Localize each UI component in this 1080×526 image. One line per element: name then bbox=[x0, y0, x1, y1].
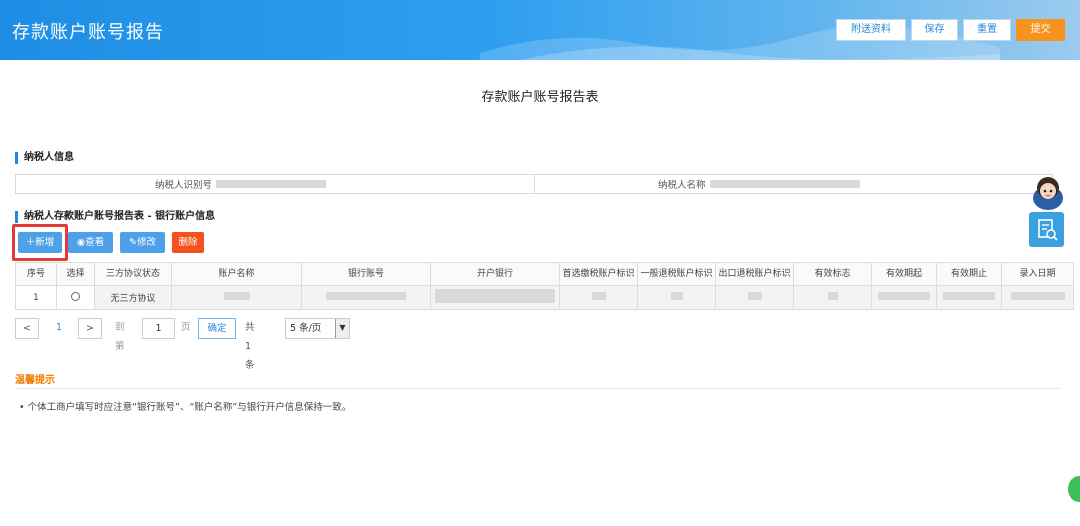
col-index: 序号 bbox=[15, 262, 57, 286]
row-export-refund-flag-redacted bbox=[715, 285, 794, 310]
view-button-label: 查看 bbox=[85, 237, 105, 248]
goto-page-input[interactable]: 1 bbox=[142, 318, 175, 339]
pencil-icon: ✎ bbox=[129, 237, 137, 248]
table-row[interactable]: 1 无三方协议 bbox=[15, 285, 1074, 310]
taxpayer-id-cell: 纳税人识别号 bbox=[16, 175, 535, 193]
edit-button[interactable]: ✎修改 bbox=[120, 232, 165, 253]
row-valid-from-redacted bbox=[871, 285, 937, 310]
tips-divider bbox=[15, 388, 1060, 389]
row-agreement-status: 无三方协议 bbox=[94, 285, 172, 310]
taxpayer-section-title: 纳税人信息 bbox=[15, 152, 74, 164]
row-account-name-redacted bbox=[171, 285, 302, 310]
col-valid-flag: 有效标志 bbox=[793, 262, 872, 286]
account-section-title: 纳税人存款账户账号报告表 - 银行账户信息 bbox=[15, 211, 215, 223]
col-bank: 开户银行 bbox=[430, 262, 560, 286]
row-general-refund-flag-redacted bbox=[637, 285, 716, 310]
col-entry-date: 录入日期 bbox=[1001, 262, 1074, 286]
row-entry-date-redacted bbox=[1001, 285, 1074, 310]
add-button-highlight-box bbox=[12, 224, 68, 261]
taxpayer-name-cell: 纳税人名称 bbox=[535, 175, 1053, 193]
row-bank-redacted bbox=[430, 285, 560, 310]
taxpayer-id-label: 纳税人识别号 bbox=[154, 180, 212, 191]
col-export-refund-flag: 出口退税账户标识 bbox=[715, 262, 794, 286]
row-account-number-redacted bbox=[301, 285, 431, 310]
attach-materials-button[interactable]: 附送资料 bbox=[836, 19, 906, 41]
col-account-name: 账户名称 bbox=[171, 262, 302, 286]
bank-account-table: 序号 选择 三方协议状态 账户名称 银行账号 开户银行 首选缴税账户标识 一般退… bbox=[15, 262, 1074, 310]
edit-button-label: 修改 bbox=[136, 237, 156, 248]
col-select: 选择 bbox=[56, 262, 95, 286]
app-title: 存款账户账号报告 bbox=[12, 22, 164, 43]
col-first-tax-flag: 首选缴税账户标识 bbox=[559, 262, 638, 286]
table-header-row: 序号 选择 三方协议状态 账户名称 银行账号 开户银行 首选缴税账户标识 一般退… bbox=[15, 262, 1074, 286]
floating-help-icon[interactable] bbox=[1068, 476, 1080, 502]
document-search-button[interactable] bbox=[1029, 212, 1064, 247]
row-index: 1 bbox=[15, 285, 57, 310]
total-count: 共 1 条 bbox=[245, 322, 255, 371]
goto-suffix: 页 bbox=[181, 322, 191, 333]
assistant-avatar-icon[interactable] bbox=[1028, 174, 1068, 210]
page-header: 存款账户账号报告 附送资料 保存 重置 提交 bbox=[0, 0, 1080, 60]
prev-page-button[interactable]: < bbox=[15, 318, 39, 339]
reset-button[interactable]: 重置 bbox=[963, 19, 1011, 41]
view-button[interactable]: ◉查看 bbox=[68, 232, 113, 253]
col-valid-from: 有效期起 bbox=[871, 262, 937, 286]
col-agreement-status: 三方协议状态 bbox=[94, 262, 172, 286]
goto-confirm-button[interactable]: 确定 bbox=[198, 318, 236, 339]
next-page-button[interactable]: > bbox=[78, 318, 102, 339]
taxpayer-id-value-redacted bbox=[216, 180, 326, 188]
taxpayer-name-value-redacted bbox=[709, 180, 860, 188]
tips-text: • 个体工商户填写时应注意“银行账号”、“账户名称”与银行开户信息保持一致。 bbox=[19, 402, 352, 413]
document-search-icon bbox=[1038, 219, 1058, 241]
row-select-cell[interactable] bbox=[56, 285, 95, 310]
row-valid-flag-redacted bbox=[793, 285, 872, 310]
chevron-down-icon: ▼ bbox=[335, 319, 349, 338]
delete-button[interactable]: 删除 bbox=[172, 232, 204, 253]
taxpayer-name-label: 纳税人名称 bbox=[657, 180, 706, 191]
col-account-number: 银行账号 bbox=[301, 262, 431, 286]
taxpayer-info-table: 纳税人识别号 纳税人名称 bbox=[15, 174, 1053, 194]
goto-prefix: 到第 bbox=[115, 322, 125, 352]
page-size-value: 5 条/页 bbox=[290, 323, 322, 334]
col-general-refund-flag: 一般退税账户标识 bbox=[637, 262, 716, 286]
submit-button[interactable]: 提交 bbox=[1016, 19, 1065, 41]
row-select-radio[interactable] bbox=[71, 291, 80, 301]
row-first-tax-flag-redacted bbox=[559, 285, 638, 310]
page-size-select[interactable]: 5 条/页 ▼ bbox=[285, 318, 350, 339]
tips-title: 温馨提示 bbox=[15, 375, 55, 386]
page-title: 存款账户账号报告表 bbox=[481, 90, 599, 105]
current-page[interactable]: 1 bbox=[53, 318, 65, 339]
col-valid-to: 有效期止 bbox=[936, 262, 1002, 286]
eye-icon: ◉ bbox=[76, 237, 86, 248]
save-button[interactable]: 保存 bbox=[911, 19, 958, 41]
row-valid-to-redacted bbox=[936, 285, 1002, 310]
